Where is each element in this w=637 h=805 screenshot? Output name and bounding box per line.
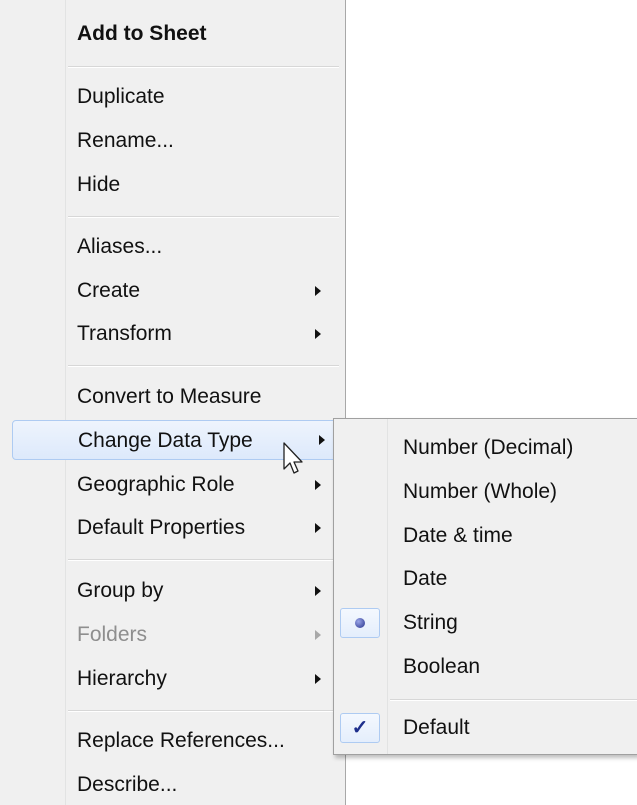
menu-item-label: Duplicate (77, 85, 165, 108)
submenu-item-number-decimal[interactable]: Number (Decimal) (334, 428, 637, 468)
change-data-type-submenu: Number (Decimal) Number (Whole) Date & t… (333, 418, 637, 755)
menu-item-label: Hierarchy (77, 667, 167, 690)
menu-item-label: Date (403, 567, 448, 590)
radio-dot-icon (355, 618, 365, 628)
menu-item-label: Number (Whole) (403, 480, 558, 503)
menu-item-label: Describe... (77, 773, 178, 796)
field-context-menu: Add to Sheet Duplicate Rename... Hide Al… (0, 0, 355, 805)
menu-item-duplicate[interactable]: Duplicate (0, 77, 345, 117)
menu-item-describe[interactable]: Describe... (0, 765, 345, 805)
menu-item-label: String (403, 611, 458, 634)
menu-item-hide[interactable]: Hide (0, 165, 345, 205)
menu-item-label: Default (403, 716, 470, 739)
checkmark-icon: ✓ (351, 717, 369, 739)
menu-item-rename[interactable]: Rename... (0, 121, 345, 161)
submenu-item-default[interactable]: ✓ Default (334, 708, 637, 748)
menu-item-label: Transform (77, 322, 172, 345)
submenu-item-date-time[interactable]: Date & time (334, 516, 637, 556)
submenu-arrow-icon (315, 523, 321, 533)
menu-item-folders: Folders (0, 615, 345, 655)
radio-selected-box (340, 608, 380, 638)
menu-item-add-to-sheet[interactable]: Add to Sheet (0, 14, 345, 54)
menu-separator (68, 66, 339, 68)
submenu-arrow-icon (315, 630, 321, 640)
menu-item-create[interactable]: Create (0, 271, 345, 311)
menu-separator (68, 365, 339, 367)
submenu-item-string[interactable]: String (334, 603, 637, 643)
menu-item-default-properties[interactable]: Default Properties (0, 508, 345, 548)
checkmark-box: ✓ (340, 713, 380, 743)
menu-item-label: Folders (77, 623, 148, 646)
menu-item-hierarchy[interactable]: Hierarchy (0, 659, 345, 699)
menu-item-label: Convert to Measure (77, 385, 262, 408)
submenu-arrow-icon (315, 480, 321, 490)
menu-item-label: Date & time (403, 524, 513, 547)
menu-item-label: Aliases... (77, 235, 163, 258)
submenu-arrow-icon (319, 435, 325, 445)
menu-item-label: Change Data Type (78, 429, 253, 452)
menu-item-transform[interactable]: Transform (0, 314, 345, 354)
submenu-arrow-icon (315, 586, 321, 596)
submenu-arrow-icon (315, 674, 321, 684)
menu-separator (68, 216, 339, 218)
menu-item-group-by[interactable]: Group by (0, 571, 345, 611)
menu-item-label: Hide (77, 173, 121, 196)
submenu-arrow-icon (315, 329, 321, 339)
submenu-item-date[interactable]: Date (334, 559, 637, 599)
menu-item-label: Number (Decimal) (403, 436, 574, 459)
submenu-item-boolean[interactable]: Boolean (334, 647, 637, 687)
menu-item-label: Rename... (77, 129, 174, 152)
menu-item-aliases[interactable]: Aliases... (0, 227, 345, 267)
menu-separator (390, 699, 637, 701)
menu-item-label: Geographic Role (77, 473, 235, 496)
menu-separator (68, 710, 339, 712)
menu-item-label: Add to Sheet (77, 22, 207, 45)
menu-item-label: Boolean (403, 655, 481, 678)
submenu-item-number-whole[interactable]: Number (Whole) (334, 472, 637, 512)
menu-item-convert-to-measure[interactable]: Convert to Measure (0, 377, 345, 417)
menu-item-replace-references[interactable]: Replace References... (0, 721, 345, 761)
menu-item-label: Default Properties (77, 516, 246, 539)
menu-separator (68, 559, 339, 561)
menu-item-label: Replace References... (77, 729, 285, 752)
menu-item-label: Group by (77, 579, 164, 602)
menu-item-label: Create (77, 279, 141, 302)
mouse-pointer-icon (283, 442, 303, 474)
submenu-arrow-icon (315, 286, 321, 296)
